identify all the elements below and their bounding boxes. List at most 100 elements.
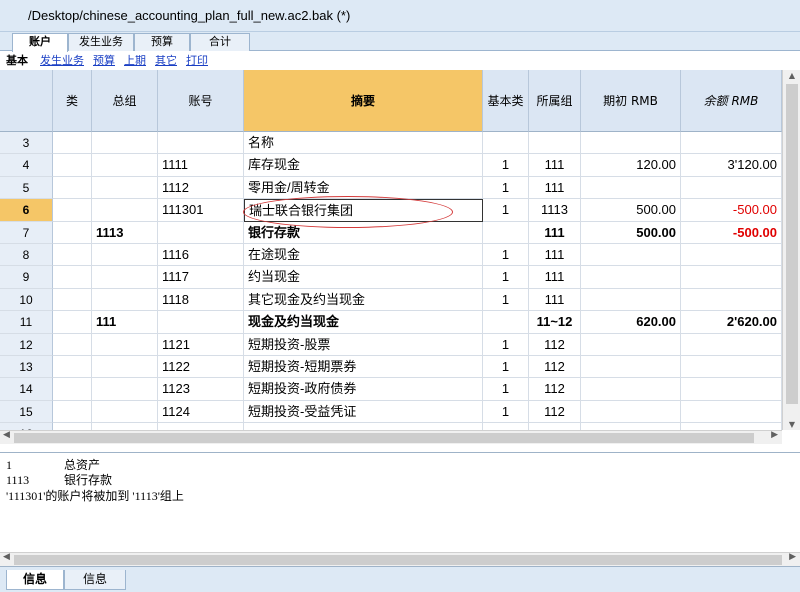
cell-class[interactable]	[53, 288, 92, 312]
column-header-belongs-to[interactable]: 所属组	[529, 70, 581, 132]
row-number[interactable]: 15	[0, 400, 53, 424]
cell-class[interactable]	[53, 400, 92, 424]
view-link-transactions[interactable]: 发生业务	[40, 52, 84, 70]
cell-balance[interactable]	[681, 266, 782, 289]
row-number[interactable]: 6	[0, 199, 53, 222]
row-number[interactable]: 7	[0, 221, 53, 244]
tab-budget[interactable]: 预算	[134, 33, 190, 51]
cell-group[interactable]: 1113	[92, 221, 158, 244]
cell-account[interactable]: 111301	[158, 199, 244, 222]
table-row[interactable]: 7 1113 银行存款 111 500.00 -500.00	[0, 221, 782, 244]
cell-account[interactable]: 1112	[158, 176, 244, 200]
cell-base-class[interactable]: 1	[483, 333, 529, 356]
cell-balance[interactable]	[681, 356, 782, 379]
row-number[interactable]: 4	[0, 154, 53, 177]
cell-class[interactable]	[53, 378, 92, 401]
cell-class[interactable]	[53, 423, 92, 430]
cell-description[interactable]: 短期投资-受益凭证	[244, 400, 483, 424]
row-number[interactable]: 14	[0, 378, 53, 401]
view-link-print[interactable]: 打印	[186, 52, 208, 70]
cell-belongs-to[interactable]: 111	[529, 176, 581, 200]
table-row[interactable]: 9 1117 约当现金 1 111	[0, 266, 782, 289]
cell-base-class[interactable]: 1	[483, 378, 529, 401]
cell-belongs-to[interactable]	[529, 423, 581, 430]
cell-balance[interactable]	[681, 288, 782, 312]
horizontal-scrollbar[interactable]: ◀ ▶	[0, 430, 782, 444]
cell-group[interactable]	[92, 244, 158, 267]
cell-group[interactable]	[92, 356, 158, 379]
cell-balance[interactable]	[681, 333, 782, 356]
view-link-previous[interactable]: 上期	[124, 52, 146, 70]
cell-opening[interactable]: 620.00	[581, 311, 681, 334]
cell-class[interactable]	[53, 311, 92, 334]
cell-belongs-to[interactable]: 112	[529, 356, 581, 379]
scroll-up-icon[interactable]: ▲	[783, 71, 800, 80]
tab-info-1[interactable]: 信息	[6, 570, 64, 590]
cell-account[interactable]: 1118	[158, 288, 244, 312]
cell-group[interactable]	[92, 378, 158, 401]
column-header-balance[interactable]: 余额 RMB	[681, 70, 782, 132]
cell-base-class[interactable]: 1	[483, 400, 529, 424]
row-number[interactable]: 10	[0, 288, 53, 312]
scroll-right-icon[interactable]: ▶	[771, 430, 778, 440]
cell-class[interactable]	[53, 199, 92, 222]
column-header-group[interactable]: 总组	[92, 70, 158, 132]
cell-account[interactable]: 1124	[158, 400, 244, 424]
tab-info-2[interactable]: 信息	[64, 570, 126, 590]
cell-belongs-to[interactable]: 111	[529, 244, 581, 267]
cell-description[interactable]: 短期投资-股票	[244, 333, 483, 356]
table-row[interactable]: 8 1116 在途现金 1 111	[0, 244, 782, 267]
cell-base-class[interactable]: 1	[483, 356, 529, 379]
tab-totals[interactable]: 合计	[190, 33, 250, 51]
cell-group[interactable]	[92, 176, 158, 200]
cell-opening[interactable]: 500.00	[581, 199, 681, 222]
row-number[interactable]: 9	[0, 266, 53, 289]
column-header-description[interactable]: 摘要	[244, 70, 483, 132]
cell-opening[interactable]: 120.00	[581, 154, 681, 177]
scroll-down-icon[interactable]: ▼	[783, 420, 800, 429]
cell-class[interactable]	[53, 132, 92, 155]
column-header-base-class[interactable]: 基本类	[483, 70, 529, 132]
cell-belongs-to[interactable]: 112	[529, 378, 581, 401]
cell-opening[interactable]	[581, 333, 681, 356]
table-row[interactable]: 14 1123 短期投资-政府债券 1 112	[0, 378, 782, 401]
table-row[interactable]: 11 111 现金及约当现金 11~12 620.00 2'620.00	[0, 311, 782, 334]
column-header-class[interactable]: 类	[53, 70, 92, 132]
column-header-opening[interactable]: 期初 RMB	[581, 70, 681, 132]
cell-balance[interactable]	[681, 378, 782, 401]
cell-description[interactable]: 其它现金及约当现金	[244, 288, 483, 312]
cell-base-class[interactable]: 1	[483, 266, 529, 289]
cell-group[interactable]	[92, 423, 158, 430]
cell-belongs-to[interactable]	[529, 132, 581, 155]
cell-balance[interactable]	[681, 244, 782, 267]
cell-balance[interactable]	[681, 400, 782, 424]
table-row[interactable]: 3 名称	[0, 132, 782, 155]
cell-belongs-to[interactable]: 11~12	[529, 311, 581, 334]
cell-description[interactable]: 名称	[244, 132, 483, 155]
cell-description[interactable]: 库存现金	[244, 154, 483, 177]
cell-description[interactable]: 银行存款	[244, 221, 483, 244]
cell-class[interactable]	[53, 333, 92, 356]
message-scroll-left-icon[interactable]: ◀	[3, 552, 10, 562]
cell-account[interactable]: 1121	[158, 333, 244, 356]
cell-opening[interactable]	[581, 356, 681, 379]
cell-opening[interactable]	[581, 244, 681, 267]
cell-account[interactable]	[158, 311, 244, 334]
row-number[interactable]: 13	[0, 356, 53, 379]
cell-account[interactable]: 1117	[158, 266, 244, 289]
cell-opening[interactable]	[581, 400, 681, 424]
row-number[interactable]: 11	[0, 311, 53, 334]
cell-class[interactable]	[53, 244, 92, 267]
cell-belongs-to[interactable]: 112	[529, 333, 581, 356]
message-scroll-thumb[interactable]	[14, 555, 782, 565]
cell-description[interactable]: 瑞士联合银行集团	[244, 199, 483, 222]
cell-group[interactable]	[92, 154, 158, 177]
view-link-other[interactable]: 其它	[155, 52, 177, 70]
cell-belongs-to[interactable]: 111	[529, 221, 581, 244]
row-number[interactable]: 8	[0, 244, 53, 267]
cell-description[interactable]: 现金及约当现金	[244, 311, 483, 334]
cell-opening[interactable]: 500.00	[581, 221, 681, 244]
cell-group[interactable]	[92, 400, 158, 424]
cell-account[interactable]: 1122	[158, 356, 244, 379]
cell-balance[interactable]	[681, 132, 782, 155]
